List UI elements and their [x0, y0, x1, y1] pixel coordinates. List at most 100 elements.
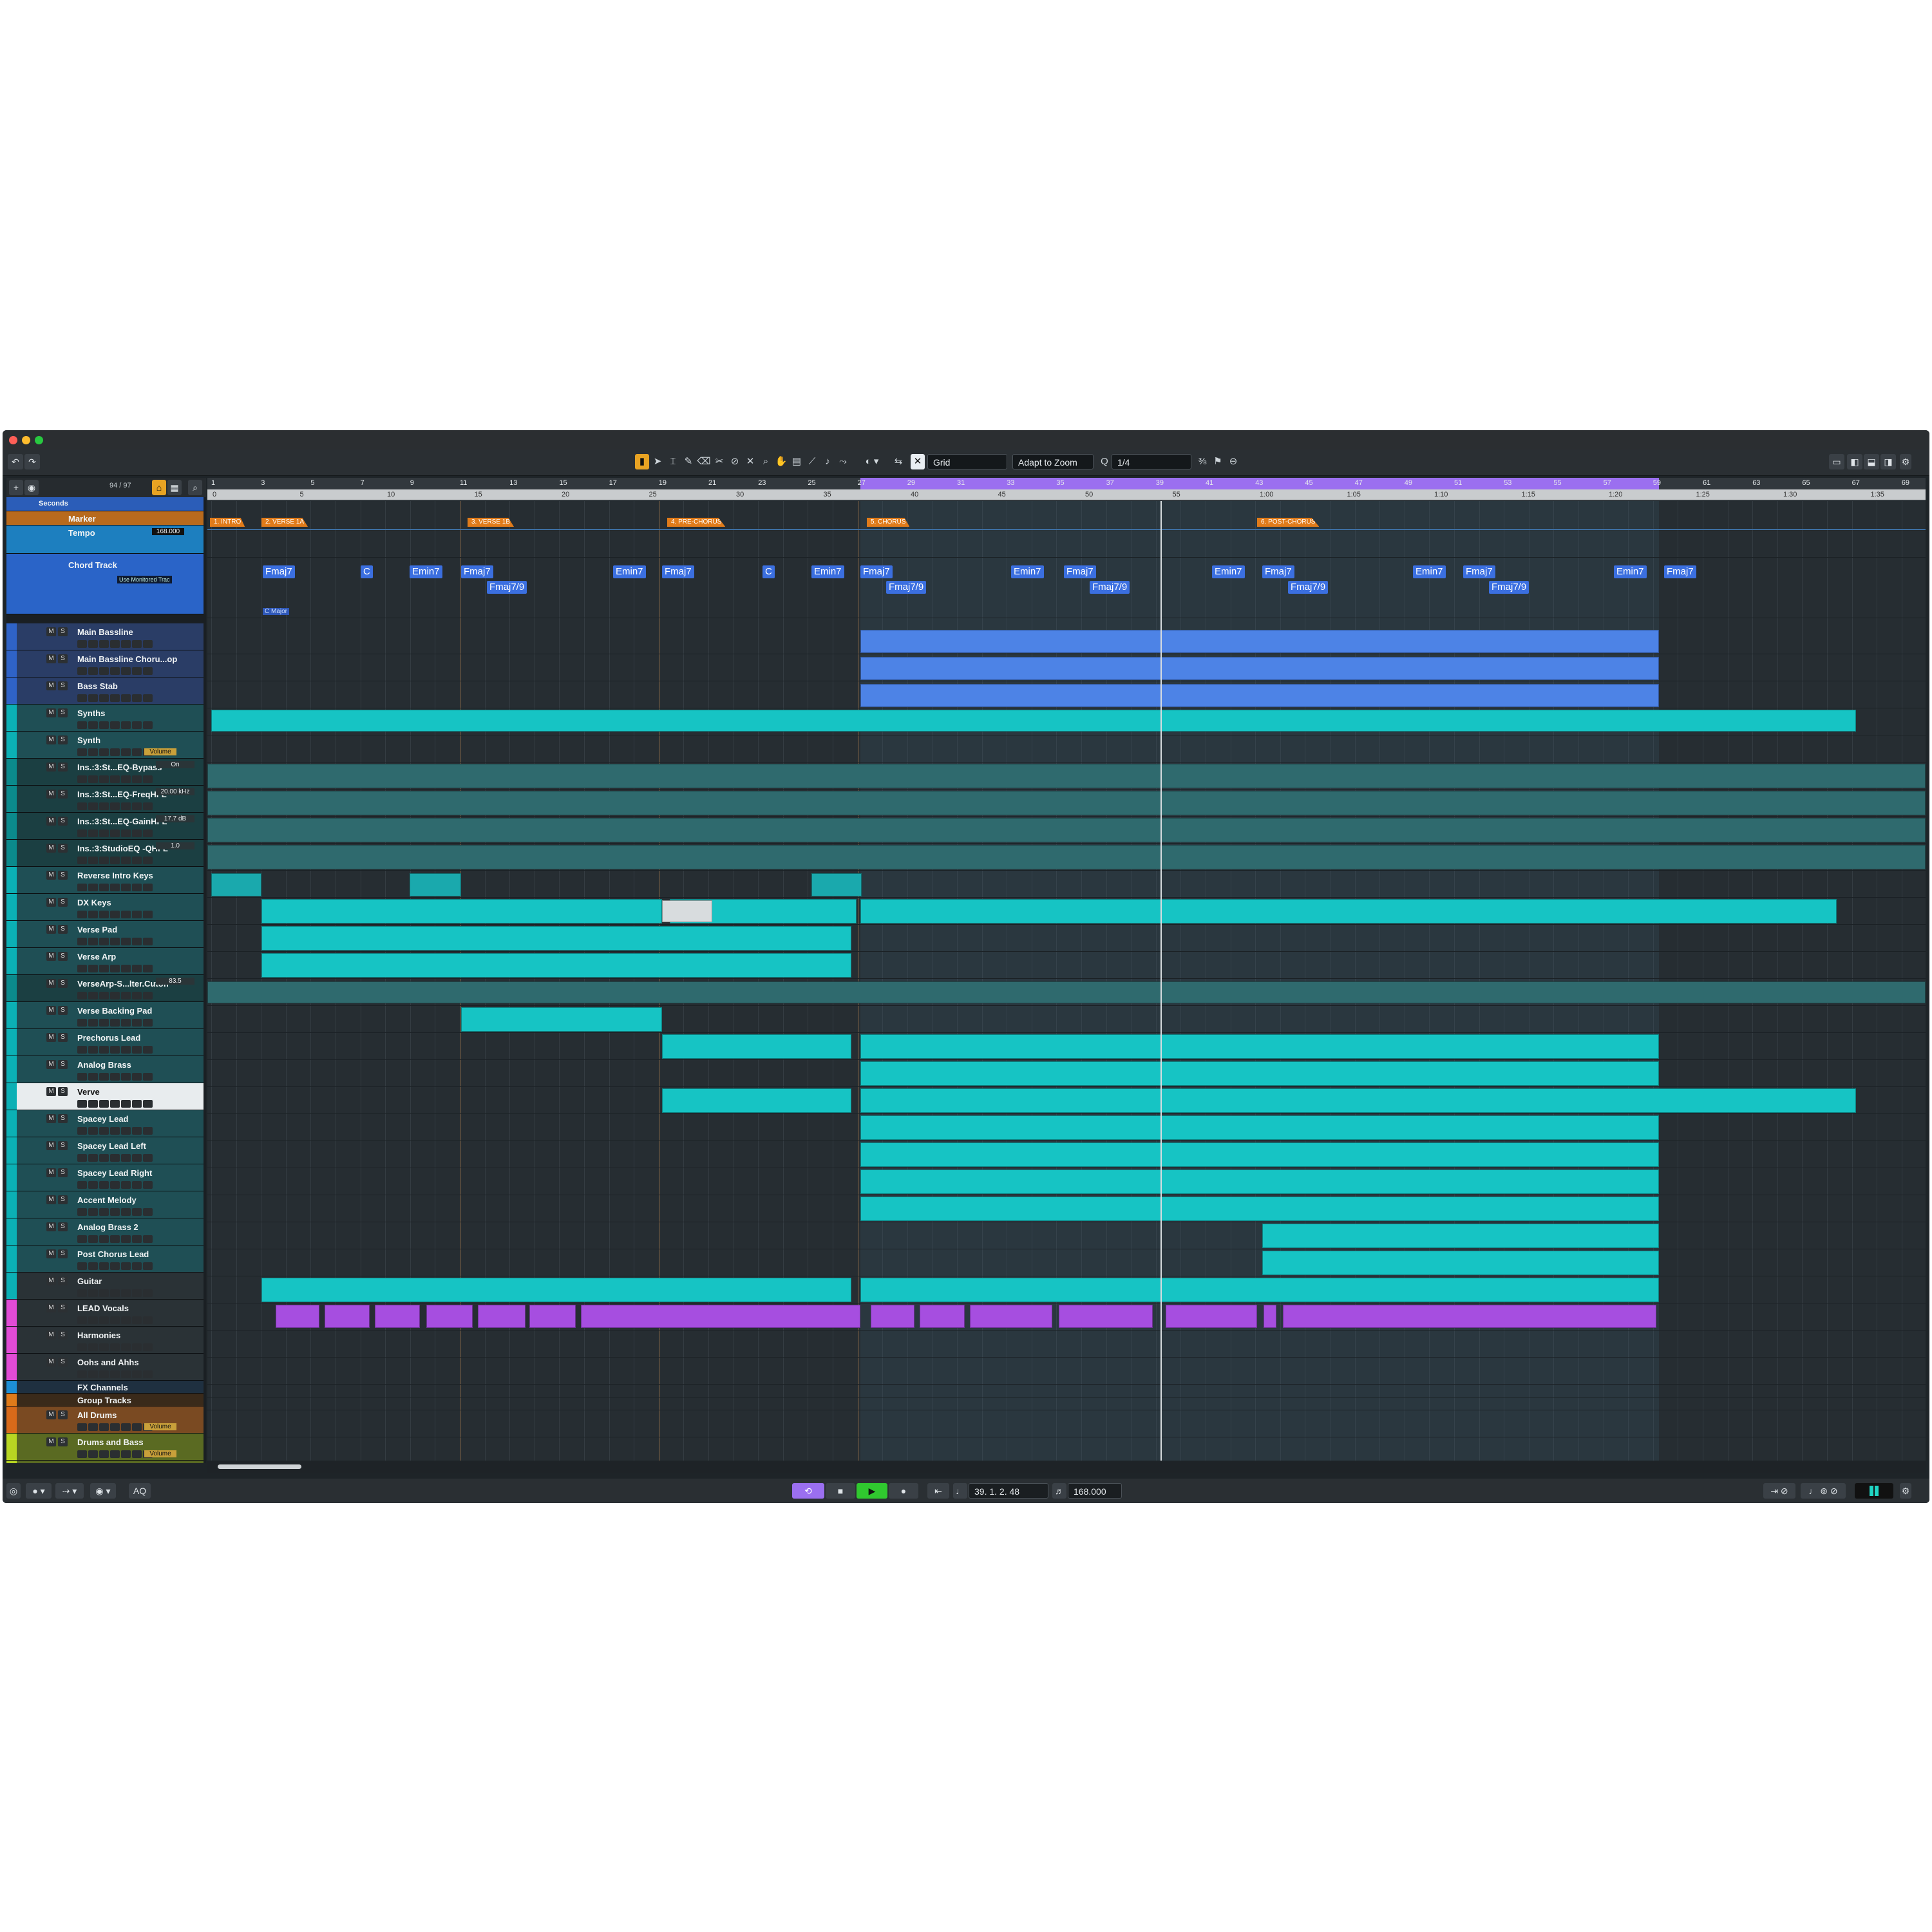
track-control-button[interactable] [99, 1289, 109, 1297]
track-control-button[interactable] [132, 965, 142, 972]
track-control-button[interactable] [77, 1450, 87, 1458]
track-control-button[interactable] [99, 1316, 109, 1324]
track-control-button[interactable] [143, 1019, 153, 1027]
midi-part[interactable] [860, 684, 1659, 707]
mute-button[interactable]: M [46, 1060, 56, 1069]
track-header[interactable]: Drums and Bass M S Volume [6, 1434, 204, 1461]
chord-event[interactable]: Fmaj7/9 [1288, 581, 1329, 594]
track-control-button[interactable] [99, 640, 109, 648]
track-control-button[interactable] [77, 1316, 87, 1324]
track-control-button[interactable] [77, 1046, 87, 1054]
mute-button[interactable]: M [46, 1331, 56, 1340]
track-control-button[interactable] [132, 640, 142, 648]
track-control-button[interactable] [110, 1316, 120, 1324]
solo-button[interactable]: S [58, 654, 68, 663]
zoom-tool-icon[interactable]: ⌕ [759, 454, 773, 469]
midi-part[interactable] [860, 1061, 1659, 1086]
track-control-button[interactable] [132, 857, 142, 864]
precount-icon[interactable]: ◉ ▾ [90, 1483, 116, 1499]
left-zone-icon[interactable]: ◧ [1847, 454, 1862, 469]
track-header[interactable]: DX Keys M S [6, 894, 204, 921]
track-control-button[interactable] [77, 965, 87, 972]
track-name[interactable]: Verse Arp [77, 952, 116, 961]
track-color[interactable] [6, 1029, 17, 1056]
scroll-thumb[interactable] [218, 1464, 301, 1469]
track-control-button[interactable] [121, 1343, 131, 1351]
track-control-button[interactable] [110, 1100, 120, 1108]
track-control-button[interactable] [99, 721, 109, 729]
midi-part[interactable] [860, 1115, 1659, 1140]
chord-event[interactable]: Fmaj7 [1064, 565, 1096, 578]
track-control-button[interactable] [88, 667, 98, 675]
quantize-settings-icon[interactable]: ⚑ [1211, 454, 1225, 469]
track-control-button[interactable] [143, 1235, 153, 1243]
solo-button[interactable]: S [58, 1358, 68, 1367]
solo-button[interactable]: S [58, 1033, 68, 1042]
track-control-button[interactable] [121, 1370, 131, 1378]
track-control-button[interactable] [132, 1073, 142, 1081]
warp-icon[interactable]: ⤳ [836, 454, 850, 469]
marker[interactable]: 4. PRE-CHORUS [667, 518, 726, 527]
solo-button[interactable]: S [58, 1222, 68, 1231]
track-header[interactable]: Harmonies M S [6, 1327, 204, 1354]
track-control-button[interactable] [88, 1127, 98, 1135]
audio-event[interactable] [811, 873, 862, 896]
track-control-button[interactable] [132, 1127, 142, 1135]
track-control-button[interactable] [110, 1370, 120, 1378]
snap-on-icon[interactable]: ✕ [911, 454, 925, 469]
midi-part[interactable] [1262, 1251, 1659, 1275]
track-color[interactable] [6, 1245, 17, 1272]
track-control-button[interactable] [77, 694, 87, 702]
track-control-button[interactable] [110, 1181, 120, 1189]
track-header[interactable]: Ins.:3:St...EQ-FreqHFL M S 20.00 kHz [6, 786, 204, 813]
mute-button[interactable]: M [46, 1437, 56, 1446]
track-control-button[interactable] [88, 965, 98, 972]
track-control-button[interactable] [143, 1100, 153, 1108]
track-control-button[interactable] [110, 1046, 120, 1054]
chord-event[interactable]: Fmaj7/9 [487, 581, 527, 594]
solo-button[interactable]: S [58, 898, 68, 907]
track-control-button[interactable] [77, 992, 87, 999]
chord-event[interactable]: Emin7 [811, 565, 844, 578]
track-control-button[interactable] [99, 1370, 109, 1378]
audio-event[interactable] [261, 1278, 851, 1302]
automation-curve[interactable] [207, 764, 1926, 788]
automation-curve[interactable] [207, 818, 1926, 842]
solo-button[interactable]: S [58, 1060, 68, 1069]
track-header[interactable]: Guitar M S [6, 1273, 204, 1300]
solo-button[interactable]: S [58, 952, 68, 961]
track-header[interactable]: Oohs and Ahhs M S [6, 1354, 204, 1381]
track-control-button[interactable] [121, 1262, 131, 1270]
track-control-button[interactable] [132, 667, 142, 675]
track-color[interactable] [6, 948, 17, 974]
cycle-button[interactable]: ⟲ [792, 1483, 824, 1499]
automation-parameter[interactable]: Volume [144, 1450, 176, 1457]
home-icon[interactable]: ⌂ [152, 480, 166, 495]
mute-button[interactable]: M [46, 1195, 56, 1204]
track-color[interactable] [6, 1273, 17, 1299]
record-button[interactable]: ● [889, 1483, 918, 1499]
track-color[interactable] [6, 1354, 17, 1380]
track-color[interactable] [6, 1083, 17, 1110]
track-header[interactable]: Ins.:3:St...EQ-GainHFL M S 17.7 dB [6, 813, 204, 840]
vocal-event[interactable] [529, 1305, 576, 1328]
track-control-button[interactable] [99, 911, 109, 918]
track-name[interactable]: Harmonies [77, 1331, 120, 1340]
aq-button[interactable]: AQ [129, 1483, 151, 1499]
midi-part[interactable] [662, 1088, 851, 1113]
track-control-button[interactable] [121, 1154, 131, 1162]
redo-icon[interactable]: ↷ [24, 454, 40, 469]
track-control-button[interactable] [132, 1343, 142, 1351]
mute-button[interactable]: M [46, 1006, 56, 1015]
track-color[interactable] [6, 975, 17, 1001]
track-control-button[interactable] [77, 1423, 87, 1431]
track-control-button[interactable] [99, 1154, 109, 1162]
track-header[interactable]: Verse Pad M S [6, 921, 204, 948]
track-name[interactable]: Synths [77, 708, 105, 718]
track-control-button[interactable] [77, 802, 87, 810]
speaker-icon[interactable]: ♪ [820, 454, 835, 469]
track-control-button[interactable] [132, 1316, 142, 1324]
track-color[interactable] [6, 650, 17, 677]
automation-value[interactable]: 17.7 dB [156, 815, 194, 822]
mute-button[interactable]: M [46, 735, 56, 744]
